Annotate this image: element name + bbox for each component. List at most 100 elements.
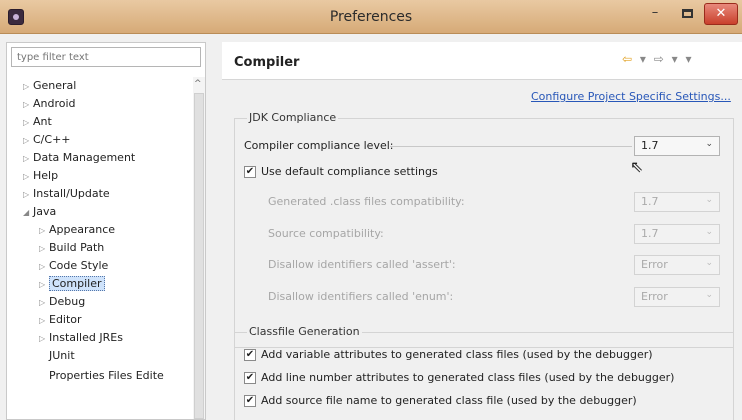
generated-compatibility-label: Generated .class files compatibility: (268, 195, 465, 208)
source-compatibility-label: Source compatibility: (268, 227, 384, 240)
chevron-down-icon: ⌄ (705, 195, 713, 205)
maximize-icon (681, 9, 693, 18)
add-variable-attributes-checkbox[interactable]: ✔ (244, 349, 256, 361)
scroll-thumb[interactable] (194, 93, 204, 419)
disallow-assert-select[interactable]: Error ⌄ (634, 255, 720, 275)
chevron-down-icon: ⌄ (705, 290, 713, 300)
tree-item-label: General (33, 79, 77, 92)
source-compatibility-select[interactable]: 1.7 ⌄ (634, 224, 720, 244)
tree-item-build-path[interactable]: ▷ Build Path (39, 239, 104, 257)
tree-item-compiler[interactable]: ▷ Compiler (39, 275, 105, 293)
back-arrow-icon[interactable]: ⇦ (622, 52, 632, 66)
add-source-file-name-checkbox[interactable]: ✔ (244, 395, 256, 407)
expand-arrow-icon[interactable]: ▷ (39, 240, 49, 258)
tree-item-general[interactable]: ▷ General (23, 77, 76, 95)
disallow-enum-select[interactable]: Error ⌄ (634, 287, 720, 307)
leader-line (390, 146, 632, 147)
tree-item-label: Install/Update (33, 187, 110, 200)
tree-item-java[interactable]: ◢ Java (23, 203, 56, 221)
expand-arrow-icon[interactable]: ▷ (39, 294, 49, 312)
compliance-level-select[interactable]: 1.7 ⌄ (634, 136, 720, 156)
tree-item-label: JUnit (49, 349, 75, 362)
selected-value: Error (641, 290, 668, 303)
mouse-cursor-icon: ⇖ (630, 157, 644, 176)
tree-item-installed-jres[interactable]: ▷ Installed JREs (39, 329, 123, 347)
tree-item-label: Compiler (49, 276, 105, 291)
chevron-down-icon: ⌄ (705, 139, 713, 149)
tree-item-ant[interactable]: ▷ Ant (23, 113, 52, 131)
tree-item-label: Properties Files Edite (49, 369, 164, 382)
title-bar: Preferences – ✕ (0, 0, 742, 34)
page-header: Compiler ⇦ ▾ ⇨ ▾ ▾ (222, 42, 742, 80)
jdk-compliance-title: JDK Compliance (247, 111, 339, 124)
expand-arrow-icon[interactable]: ▷ (23, 96, 33, 114)
selected-value: 1.7 (641, 195, 659, 208)
collapse-arrow-icon[interactable]: ◢ (23, 204, 33, 222)
tree-item-appearance[interactable]: ▷ Appearance (39, 221, 115, 239)
view-menu-icon[interactable]: ▾ (686, 52, 692, 66)
tree-item-label: Java (33, 205, 57, 218)
filter-input[interactable] (11, 47, 201, 67)
maximize-button[interactable] (672, 3, 702, 25)
expand-arrow-icon[interactable]: ▷ (23, 114, 33, 132)
expand-arrow-icon[interactable]: ▷ (39, 312, 49, 330)
preferences-tree-panel: ▷General ▷Android ▷Ant ▷C/C++ ▷Data Mana… (6, 42, 206, 420)
tree-item-label: Appearance (49, 223, 116, 236)
expand-arrow-icon[interactable]: ▷ (23, 168, 33, 186)
tree-item-data-management[interactable]: ▷ Data Management (23, 149, 135, 167)
tree-scrollbar[interactable]: ^ (193, 77, 205, 419)
forward-arrow-icon[interactable]: ⇨ (654, 52, 664, 66)
tree-item-help[interactable]: ▷ Help (23, 167, 58, 185)
expand-arrow-icon[interactable]: ▷ (39, 276, 49, 294)
configure-project-specific-link[interactable]: Configure Project Specific Settings... (531, 90, 731, 103)
tree-item-debug[interactable]: ▷ Debug (39, 293, 85, 311)
close-button[interactable]: ✕ (704, 3, 738, 25)
expand-arrow-icon[interactable]: ▷ (39, 258, 49, 276)
navigation-toolbar: ⇦ ▾ ⇨ ▾ ▾ (622, 52, 696, 66)
tree-item-label: Debug (49, 295, 86, 308)
compliance-level-label: Compiler compliance level: (244, 139, 394, 152)
tree-item-label: Android (33, 97, 76, 110)
tree-item-label: Build Path (49, 241, 105, 254)
add-line-number-attributes-label: Add line number attributes to generated … (261, 371, 675, 384)
scroll-up-icon[interactable]: ^ (194, 79, 202, 89)
tree-item-android[interactable]: ▷ Android (23, 95, 76, 113)
forward-dropdown-icon[interactable]: ▾ (672, 52, 678, 66)
tree-item-cpp[interactable]: ▷ C/C++ (23, 131, 71, 149)
tree-item-install-update[interactable]: ▷ Install/Update (23, 185, 110, 203)
tree-item-label: Help (33, 169, 59, 182)
use-default-compliance-label: Use default compliance settings (261, 165, 438, 178)
tree-item-properties-files-editor[interactable]: Properties Files Edite (49, 367, 164, 385)
tree-item-label: Data Management (33, 151, 136, 164)
expand-arrow-icon[interactable]: ▷ (23, 132, 33, 150)
tree-item-label: Installed JREs (49, 331, 123, 344)
window-title: Preferences (329, 9, 413, 25)
expand-arrow-icon[interactable]: ▷ (39, 222, 49, 240)
chevron-down-icon: ⌄ (705, 258, 713, 268)
chevron-down-icon: ⌄ (705, 227, 713, 237)
selected-value: 1.7 (641, 227, 659, 240)
selected-value: Error (641, 258, 668, 271)
add-line-number-attributes-checkbox[interactable]: ✔ (244, 372, 256, 384)
tree-item-label: Editor (49, 313, 82, 326)
tree-item-label: C/C++ (33, 133, 71, 146)
tree-item-label: Code Style (49, 259, 109, 272)
tree-item-code-style[interactable]: ▷ Code Style (39, 257, 108, 275)
add-source-file-name-label: Add source file name to generated class … (261, 394, 637, 407)
tree-item-label: Ant (33, 115, 52, 128)
back-dropdown-icon[interactable]: ▾ (640, 52, 646, 66)
expand-arrow-icon[interactable]: ▷ (23, 186, 33, 204)
minimize-button[interactable]: – (640, 3, 670, 25)
classfile-generation-title: Classfile Generation (247, 325, 362, 338)
use-default-compliance-checkbox[interactable]: ✔ (244, 166, 256, 178)
expand-arrow-icon[interactable]: ▷ (23, 78, 33, 96)
compiler-preferences-page: Compiler ⇦ ▾ ⇨ ▾ ▾ Configure Project Spe… (222, 42, 742, 420)
tree-item-junit[interactable]: JUnit (49, 347, 75, 365)
generated-compatibility-select[interactable]: 1.7 ⌄ (634, 192, 720, 212)
add-variable-attributes-label: Add variable attributes to generated cla… (261, 348, 653, 361)
disallow-enum-label: Disallow identifiers called 'enum': (268, 290, 454, 303)
tree-item-editor[interactable]: ▷ Editor (39, 311, 82, 329)
expand-arrow-icon[interactable]: ▷ (23, 150, 33, 168)
expand-arrow-icon[interactable]: ▷ (39, 330, 49, 348)
disallow-assert-label: Disallow identifiers called 'assert': (268, 258, 456, 271)
